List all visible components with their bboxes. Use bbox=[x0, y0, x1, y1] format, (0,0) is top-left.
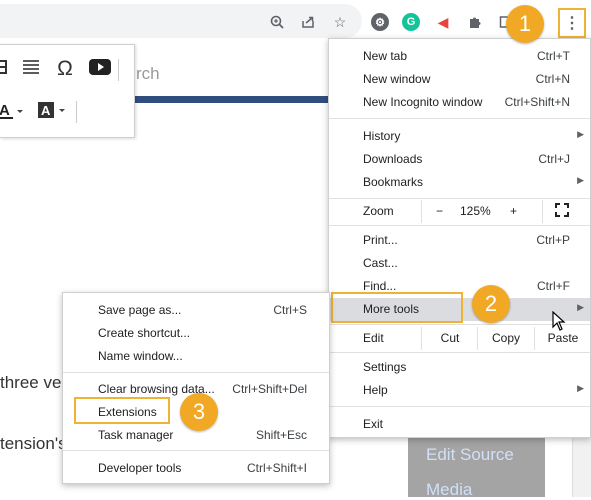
grammarly-icon[interactable]: G bbox=[402, 13, 420, 31]
toolbar-divider bbox=[118, 59, 119, 81]
copy-button[interactable]: Copy bbox=[477, 327, 534, 350]
menu-separator bbox=[329, 406, 590, 407]
page-text-line: three ve bbox=[0, 373, 62, 392]
zoom-in-button[interactable]: + bbox=[510, 204, 517, 218]
menu-item-history[interactable]: History ▶ bbox=[329, 125, 590, 148]
table-icon[interactable] bbox=[0, 59, 10, 75]
omega-icon[interactable]: Ω bbox=[54, 57, 76, 81]
svg-text:A: A bbox=[41, 103, 51, 118]
menu-item-label: Bookmarks bbox=[363, 175, 424, 189]
text-bg-icon[interactable]: A bbox=[36, 101, 70, 119]
menu-separator bbox=[329, 324, 590, 325]
menu-item-new-incognito[interactable]: New Incognito window Ctrl+Shift+N bbox=[329, 91, 590, 114]
submenu-item-save-page[interactable]: Save page as... Ctrl+S bbox=[63, 299, 329, 321]
menu-item-zoom: Zoom − 125% + bbox=[329, 200, 590, 223]
media-link[interactable]: Media bbox=[426, 480, 472, 500]
step-badge: 1 bbox=[506, 5, 544, 43]
editor-toolbar-popup: Ω A A bbox=[0, 44, 135, 138]
page-scrollbar[interactable] bbox=[572, 434, 591, 497]
menu-item-edit: Edit Cut Copy Paste bbox=[329, 327, 590, 350]
menu-item-label: New tab bbox=[363, 49, 408, 63]
menu-item-shortcut: Ctrl+Shift+Del bbox=[232, 382, 307, 396]
menu-item-exit[interactable]: Exit bbox=[329, 413, 590, 436]
edit-source-link[interactable]: Edit Source bbox=[426, 445, 514, 465]
menu-item-label: Print... bbox=[363, 233, 398, 247]
youtube-icon[interactable] bbox=[88, 59, 112, 75]
submenu-arrow-icon: ▶ bbox=[577, 175, 584, 185]
mouse-cursor-icon bbox=[552, 310, 566, 334]
menu-item-shortcut: Ctrl+T bbox=[537, 49, 570, 63]
text-color-icon[interactable]: A bbox=[0, 101, 26, 119]
menu-item-shortcut: Ctrl+Shift+N bbox=[504, 95, 570, 109]
menu-item-shortcut: Ctrl+N bbox=[535, 72, 570, 86]
menu-item-new-window[interactable]: New window Ctrl+N bbox=[329, 68, 590, 91]
menu-item-label: Settings bbox=[363, 360, 407, 374]
step-badge: 3 bbox=[180, 393, 218, 431]
menu-separator bbox=[63, 450, 329, 451]
extensions-highlight bbox=[74, 397, 170, 424]
menu-item-label: Zoom bbox=[363, 204, 394, 218]
zoom-level: 125% bbox=[460, 204, 491, 218]
menu-item-label: Save page as... bbox=[98, 303, 182, 317]
menu-item-downloads[interactable]: Downloads Ctrl+J bbox=[329, 148, 590, 171]
share-icon[interactable] bbox=[299, 13, 317, 31]
menu-item-shortcut: Ctrl+F bbox=[537, 279, 570, 293]
zoom-controls: − 125% + bbox=[421, 200, 543, 223]
fullscreen-icon[interactable] bbox=[555, 203, 569, 220]
megaphone-icon[interactable]: ◀ bbox=[434, 13, 452, 31]
menu-item-label: Help bbox=[363, 383, 388, 397]
menu-item-label: Exit bbox=[363, 417, 384, 431]
zoom-icon[interactable] bbox=[268, 13, 286, 31]
submenu-item-developer-tools[interactable]: Developer tools Ctrl+Shift+I bbox=[63, 457, 329, 479]
menu-item-print[interactable]: Print... Ctrl+P bbox=[329, 229, 590, 252]
menu-item-cast[interactable]: Cast... bbox=[329, 252, 590, 275]
menu-item-label: New window bbox=[363, 72, 431, 86]
menu-item-help[interactable]: Help ▶ bbox=[329, 379, 590, 402]
kebab-menu-icon[interactable]: ⋮ bbox=[558, 8, 586, 38]
menu-separator bbox=[329, 352, 590, 353]
toolbar-divider bbox=[76, 101, 77, 123]
search-placeholder: rch bbox=[136, 64, 160, 83]
submenu-arrow-icon: ▶ bbox=[577, 383, 584, 393]
menu-item-shortcut: Ctrl+S bbox=[273, 303, 307, 317]
menu-separator bbox=[329, 225, 590, 226]
menu-item-new-tab[interactable]: New tab Ctrl+T bbox=[329, 45, 590, 68]
cut-button[interactable]: Cut bbox=[421, 327, 478, 350]
submenu-item-name-window[interactable]: Name window... bbox=[63, 345, 329, 367]
more-tools-submenu: Save page as... Ctrl+S Create shortcut..… bbox=[62, 292, 330, 484]
puzzle-icon[interactable] bbox=[466, 13, 484, 31]
page-text-line: tension's bbox=[0, 434, 67, 453]
menu-item-label: New Incognito window bbox=[363, 95, 483, 109]
chrome-main-menu: New tab Ctrl+T New window Ctrl+N New Inc… bbox=[328, 38, 591, 438]
svg-text:A: A bbox=[0, 102, 10, 119]
menu-item-label: Cast... bbox=[363, 256, 398, 270]
menu-item-bookmarks[interactable]: Bookmarks ▶ bbox=[329, 171, 590, 194]
submenu-arrow-icon: ▶ bbox=[577, 302, 584, 312]
menu-item-label: Downloads bbox=[363, 152, 423, 166]
menu-separator bbox=[329, 198, 590, 199]
submenu-item-create-shortcut[interactable]: Create shortcut... bbox=[63, 322, 329, 344]
menu-item-label: Edit bbox=[363, 331, 384, 345]
menu-item-label: Create shortcut... bbox=[98, 326, 191, 340]
menu-item-label: Find... bbox=[363, 279, 397, 293]
menu-item-shortcut: Shift+Esc bbox=[255, 428, 307, 442]
menu-item-shortcut: Ctrl+J bbox=[538, 152, 570, 166]
align-icon[interactable] bbox=[20, 59, 42, 75]
bookmark-star-icon[interactable]: ☆ bbox=[331, 13, 349, 31]
step-badge: 2 bbox=[472, 285, 510, 323]
menu-item-shortcut: Ctrl+P bbox=[536, 233, 570, 247]
more-tools-highlight bbox=[331, 292, 463, 323]
extension-gear-icon[interactable]: ⚙ bbox=[371, 13, 389, 31]
zoom-out-button[interactable]: − bbox=[436, 204, 443, 218]
submenu-arrow-icon: ▶ bbox=[577, 129, 584, 139]
menu-item-label: History bbox=[363, 129, 401, 143]
menu-item-label: Task manager bbox=[98, 428, 174, 442]
menu-item-shortcut: Ctrl+Shift+I bbox=[246, 461, 307, 475]
menu-item-label: Name window... bbox=[98, 349, 183, 363]
menu-separator bbox=[329, 118, 590, 119]
menu-separator bbox=[63, 372, 329, 373]
menu-item-settings[interactable]: Settings bbox=[329, 356, 590, 379]
menu-item-label: Developer tools bbox=[98, 461, 182, 475]
